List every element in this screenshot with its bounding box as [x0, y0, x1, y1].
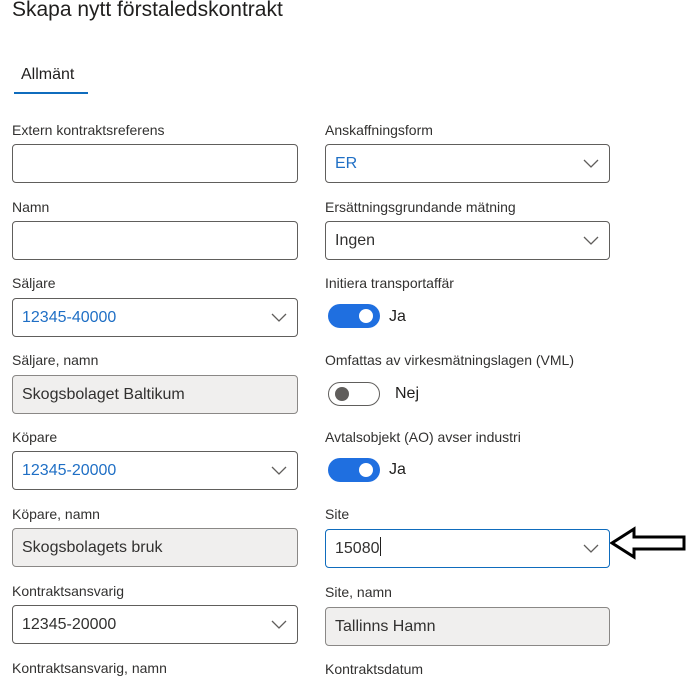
saljare-namn-field: Skogsbolaget Baltikum: [12, 375, 298, 414]
kopare-value: 12345-20000: [22, 462, 117, 479]
namn-input[interactable]: [12, 221, 298, 260]
saljare-namn-label: Säljare, namn: [12, 352, 99, 368]
initiera-label: Initiera transportaffär: [325, 275, 454, 291]
chevron-down-icon[interactable]: [271, 464, 287, 476]
anskaffningsform-value: ER: [335, 155, 358, 172]
ersattning-value: Ingen: [335, 232, 376, 249]
page-title: Skapa nytt förstaledskontrakt: [12, 0, 283, 21]
initiera-toggle[interactable]: [328, 304, 380, 328]
extern-ref-label: Extern kontraktsreferens: [12, 122, 165, 138]
toggle-knob: [359, 309, 373, 323]
anskaffningsform-label: Anskaffningsform: [325, 122, 433, 138]
toggle-knob: [359, 463, 373, 477]
tab-allmant[interactable]: Allmänt: [14, 64, 88, 94]
chevron-down-icon[interactable]: [271, 311, 287, 323]
initiera-state: Ja: [389, 308, 406, 325]
site-namn-field: Tallinns Hamn: [325, 607, 610, 646]
kontraktsansvarig-select[interactable]: 12345-20000: [12, 605, 298, 644]
kopare-select[interactable]: 12345-20000: [12, 451, 298, 490]
saljare-value: 12345-40000: [22, 309, 117, 326]
avtalsobjekt-toggle[interactable]: [328, 458, 380, 482]
avtalsobjekt-state: Ja: [389, 461, 406, 478]
tab-active-indicator: [14, 92, 88, 94]
avtalsobjekt-label: Avtalsobjekt (AO) avser industri: [325, 429, 521, 445]
site-label: Site: [325, 506, 350, 522]
saljare-label: Säljare: [12, 275, 56, 291]
vml-state: Nej: [395, 385, 420, 402]
toggle-knob: [335, 387, 349, 401]
anskaffningsform-select[interactable]: ER: [325, 144, 610, 183]
tab-label: Allmänt: [21, 66, 75, 83]
vml-label: Omfattas av virkesmätningslagen (VML): [325, 352, 574, 368]
namn-label: Namn: [12, 199, 50, 215]
vml-toggle[interactable]: [328, 382, 380, 406]
site-value: 15080: [335, 540, 380, 557]
site-select[interactable]: 15080: [325, 529, 610, 568]
text-cursor: [379, 537, 381, 556]
kopare-namn-field: Skogsbolagets bruk: [12, 528, 298, 567]
kopare-label: Köpare: [12, 429, 58, 445]
ersattning-label: Ersättningsgrundande mätning: [325, 199, 516, 215]
chevron-down-icon[interactable]: [583, 234, 599, 246]
kontraktsansvarig-namn-label: Kontraktsansvarig, namn: [12, 660, 167, 676]
chevron-down-icon[interactable]: [583, 157, 599, 169]
kontraktsdatum-label: Kontraktsdatum: [325, 661, 424, 677]
kopare-namn-label: Köpare, namn: [12, 506, 100, 522]
kontraktsansvarig-value: 12345-20000: [22, 616, 117, 633]
extern-ref-input[interactable]: [12, 144, 298, 183]
ersattning-select[interactable]: Ingen: [325, 221, 610, 260]
site-namn-label: Site, namn: [325, 584, 392, 600]
chevron-down-icon[interactable]: [271, 618, 287, 630]
chevron-down-icon[interactable]: [583, 542, 599, 554]
arrow-left-icon: [610, 526, 686, 560]
kontraktsansvarig-label: Kontraktsansvarig: [12, 583, 125, 599]
saljare-select[interactable]: 12345-40000: [12, 298, 298, 337]
